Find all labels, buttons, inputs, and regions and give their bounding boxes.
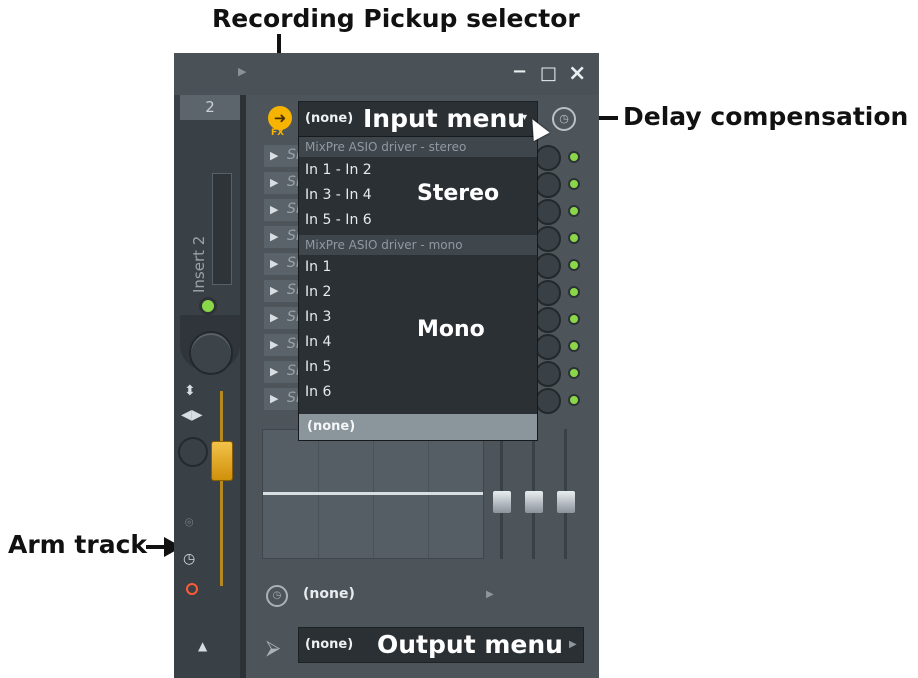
latency-clock-icon[interactable]: ◷: [183, 551, 195, 567]
close-button[interactable]: ×: [568, 61, 586, 86]
swap-updown-icon[interactable]: ⬍: [184, 383, 196, 399]
clock-icon[interactable]: ◷: [552, 107, 576, 131]
slot-enable-led[interactable]: [568, 286, 580, 298]
strip-separator: [240, 95, 246, 678]
slot-arrow-icon: ▶: [270, 149, 279, 162]
slot-mix-knob[interactable]: [535, 307, 561, 333]
insert-strip[interactable]: 2 Insert 2 ⬍ ◀▶ ⌾ ◷ ▲ ›: [174, 95, 246, 678]
slot-enable-led[interactable]: [568, 205, 580, 217]
arm-record-icon[interactable]: [186, 583, 198, 595]
slot-arrow-icon: ▶: [270, 392, 279, 405]
slot-mix-knob[interactable]: [535, 388, 561, 414]
output-menu[interactable]: (none) Output menu ▶: [298, 627, 584, 663]
mono-header: MixPre ASIO driver - mono: [299, 235, 537, 255]
slot-arrow-icon: ▶: [270, 203, 279, 216]
eq-band-slider[interactable]: [525, 491, 543, 513]
output-menu-label: Output menu: [377, 630, 563, 659]
insert-number: 2: [180, 95, 240, 120]
slot-mix-knob[interactable]: [535, 253, 561, 279]
audio-input-icon[interactable]: ⌾: [185, 515, 193, 531]
stereo-separation-icon[interactable]: ◀▶: [181, 407, 203, 423]
slot-mix-knob[interactable]: [535, 172, 561, 198]
slot-arrow-icon: ▶: [270, 284, 279, 297]
dropdown-item-stereo-1[interactable]: In 1 - In 2: [305, 162, 372, 178]
output-icon: ⮚: [266, 635, 281, 659]
maximize-button[interactable]: □: [540, 63, 557, 84]
dropdown-item-stereo-2[interactable]: In 3 - In 4: [305, 187, 372, 203]
slot-arrow-icon: ▶: [270, 338, 279, 351]
insert-name: Insert 2: [190, 235, 208, 293]
stereo-label: Stereo: [417, 181, 500, 206]
stereo-header: MixPre ASIO driver - stereo: [299, 137, 537, 157]
slot-arrow-icon: ▶: [270, 176, 279, 189]
slot-mix-knob[interactable]: [535, 361, 561, 387]
slot-enable-led[interactable]: [568, 340, 580, 352]
mono-label: Mono: [417, 317, 485, 342]
dropdown-item-stereo-3[interactable]: In 5 - In 6: [305, 212, 372, 228]
dropdown-item-mono-6[interactable]: In 6: [305, 384, 331, 400]
slot-mix-knob[interactable]: [535, 199, 561, 225]
volume-fader-track: [220, 391, 223, 586]
delay-value: (none): [303, 586, 355, 602]
minimize-button[interactable]: −: [512, 61, 527, 82]
expand-icon[interactable]: ▶: [238, 65, 246, 78]
slot-mix-knob[interactable]: [535, 145, 561, 171]
scroll-up-icon[interactable]: ▲: [198, 639, 207, 653]
eq-curve: [263, 492, 483, 495]
slot-arrow-icon: ▶: [270, 230, 279, 243]
input-menu-label: Input menu: [363, 104, 526, 133]
eq-panel[interactable]: [262, 429, 484, 559]
slot-mix-knob[interactable]: [535, 280, 561, 306]
slot-enable-led[interactable]: [568, 178, 580, 190]
chevron-right-icon: ▶: [569, 639, 577, 650]
output-row: ⮚ (none) Output menu ▶: [258, 625, 594, 671]
insert-enable-led[interactable]: [199, 297, 217, 315]
pickup-icon[interactable]: ➜: [268, 106, 292, 130]
slot-mix-knob[interactable]: [535, 334, 561, 360]
dropdown-item-none[interactable]: (none): [299, 414, 537, 440]
slot-enable-led[interactable]: [568, 151, 580, 163]
volume-fader[interactable]: [211, 441, 233, 481]
eq-band-slider[interactable]: [493, 491, 511, 513]
slot-arrow-icon: ▶: [270, 257, 279, 270]
dropdown-item-mono-3[interactable]: In 3: [305, 309, 331, 325]
chevron-right-icon: ▶: [486, 589, 494, 600]
slot-enable-led[interactable]: [568, 259, 580, 271]
pickup-fx-badge: FX: [271, 128, 285, 138]
input-menu[interactable]: (none) Input menu ▾: [298, 101, 538, 137]
input-value: (none): [305, 111, 354, 126]
title-bar: ▶ − □ ×: [174, 53, 599, 95]
pan-knob[interactable]: [189, 331, 233, 375]
output-value: (none): [305, 637, 354, 652]
slot-enable-led[interactable]: [568, 313, 580, 325]
slot-enable-led[interactable]: [568, 232, 580, 244]
dropdown-item-mono-1[interactable]: In 1: [305, 259, 331, 275]
dropdown-item-mono-5[interactable]: In 5: [305, 359, 331, 375]
slot-arrow-icon: ▶: [270, 311, 279, 324]
dropdown-item-mono-2[interactable]: In 2: [305, 284, 331, 300]
slot-mix-knob[interactable]: [535, 226, 561, 252]
slot-enable-led[interactable]: [568, 367, 580, 379]
delay-clock-icon: ◷: [266, 585, 288, 607]
dropdown-item-mono-4[interactable]: In 4: [305, 334, 331, 350]
eq-band-slider[interactable]: [557, 491, 575, 513]
delay-compensation-row[interactable]: ◷ (none) ▶: [258, 577, 594, 617]
stereo-separation-knob[interactable]: [178, 437, 208, 467]
slot-arrow-icon: ▶: [270, 365, 279, 378]
slot-enable-led[interactable]: [568, 394, 580, 406]
input-dropdown: MixPre ASIO driver - stereo In 1 - In 2 …: [298, 136, 538, 441]
